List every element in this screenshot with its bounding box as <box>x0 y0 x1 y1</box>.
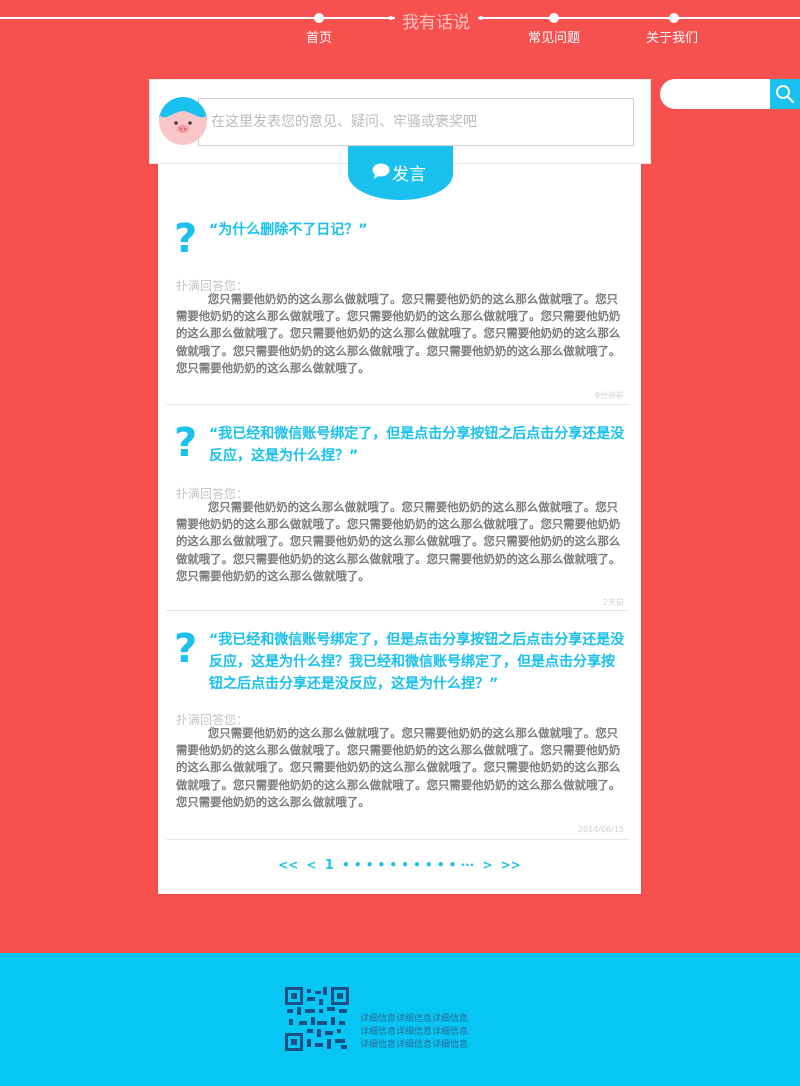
qa-item: ? “我已经和微信账号绑定了，但是点击分享按钮之后点击分享还是没反应，这是为什么… <box>166 611 630 840</box>
top-nav: 我有话说 首页 常见问题 关于我们 <box>0 0 800 60</box>
qr-code <box>285 987 349 1051</box>
page-link-current[interactable]: 1 <box>325 858 334 873</box>
nav-dot <box>314 13 324 23</box>
answer-time: 2天前 <box>602 598 624 607</box>
search-input[interactable] <box>660 79 776 109</box>
search-icon <box>776 85 795 104</box>
question-text: “我已经和微信账号绑定了，但是点击分享按钮之后点击分享还是没反应，这是为什么捏？… <box>209 426 625 464</box>
last-page-link[interactable]: >> <box>501 858 521 872</box>
nav-line <box>0 17 395 19</box>
speak-button[interactable]: 发言 <box>348 146 453 200</box>
nav-line <box>478 17 800 19</box>
site-title: 我有话说 <box>402 13 470 33</box>
prev-page-link[interactable]: < <box>307 858 317 872</box>
speak-button-label: 发言 <box>392 165 426 185</box>
nav-item-about[interactable]: 关于我们 <box>646 27 698 46</box>
nav-dot <box>389 16 393 20</box>
chat-bubble-icon <box>372 163 390 179</box>
post-input[interactable] <box>198 98 634 146</box>
question-text: “为什么删除不了日记？” <box>209 222 368 238</box>
first-page-link[interactable]: << <box>278 858 298 872</box>
question-text: “我已经和微信账号绑定了，但是点击分享按钮之后点击分享还是没反应，这是为什么捏？… <box>209 632 625 692</box>
next-page-link[interactable]: > <box>482 858 492 872</box>
nav-dot <box>479 16 483 20</box>
question-mark-icon: ? <box>174 216 198 262</box>
search-button[interactable] <box>770 79 800 109</box>
answer-time: 9分钟前 <box>594 391 624 400</box>
search-box <box>660 79 800 109</box>
footer-info: 详细信息详细信息详细信息 详细信息详细信息详细信息 详细信息详细信息详细信息 <box>360 1013 468 1052</box>
footer-line: 详细信息详细信息详细信息 <box>360 1027 469 1037</box>
nav-item-home[interactable]: 首页 <box>306 27 332 46</box>
answer-text: 您只需要他奶奶的这么那么做就哦了。您只需要他奶奶的这么那么做就哦了。您只需要他奶… <box>176 292 621 375</box>
question-mark-icon: ? <box>174 420 198 466</box>
question-mark-icon: ? <box>174 626 198 672</box>
page-dots[interactable]: • • • • • • • • • • ··· <box>342 858 474 872</box>
footer: 详细信息详细信息详细信息 详细信息详细信息详细信息 详细信息详细信息详细信息 <box>0 953 800 1086</box>
answer-time: 2014/06/15 <box>577 825 624 834</box>
answer-text: 您只需要他奶奶的这么那么做就哦了。您只需要他奶奶的这么那么做就哦了。您只需要他奶… <box>176 500 621 583</box>
nav-item-faq[interactable]: 常见问题 <box>528 27 580 46</box>
avatar <box>159 97 207 145</box>
footer-line: 详细信息详细信息详细信息 <box>360 1040 469 1050</box>
nav-dot <box>669 13 679 23</box>
pagination: << < 1 • • • • • • • • • • ··· > >> <box>158 858 641 873</box>
qa-item: ? “为什么删除不了日记？” 扑满回答您： 您只需要他奶奶的这么那么做就哦了。您… <box>166 205 630 405</box>
answer-text: 您只需要他奶奶的这么那么做就哦了。您只需要他奶奶的这么那么做就哦了。您只需要他奶… <box>176 726 621 809</box>
footer-line: 详细信息详细信息详细信息 <box>360 1014 469 1024</box>
qa-item: ? “我已经和微信账号绑定了，但是点击分享按钮之后点击分享还是没反应，这是为什么… <box>166 405 630 611</box>
nav-dot <box>549 13 559 23</box>
